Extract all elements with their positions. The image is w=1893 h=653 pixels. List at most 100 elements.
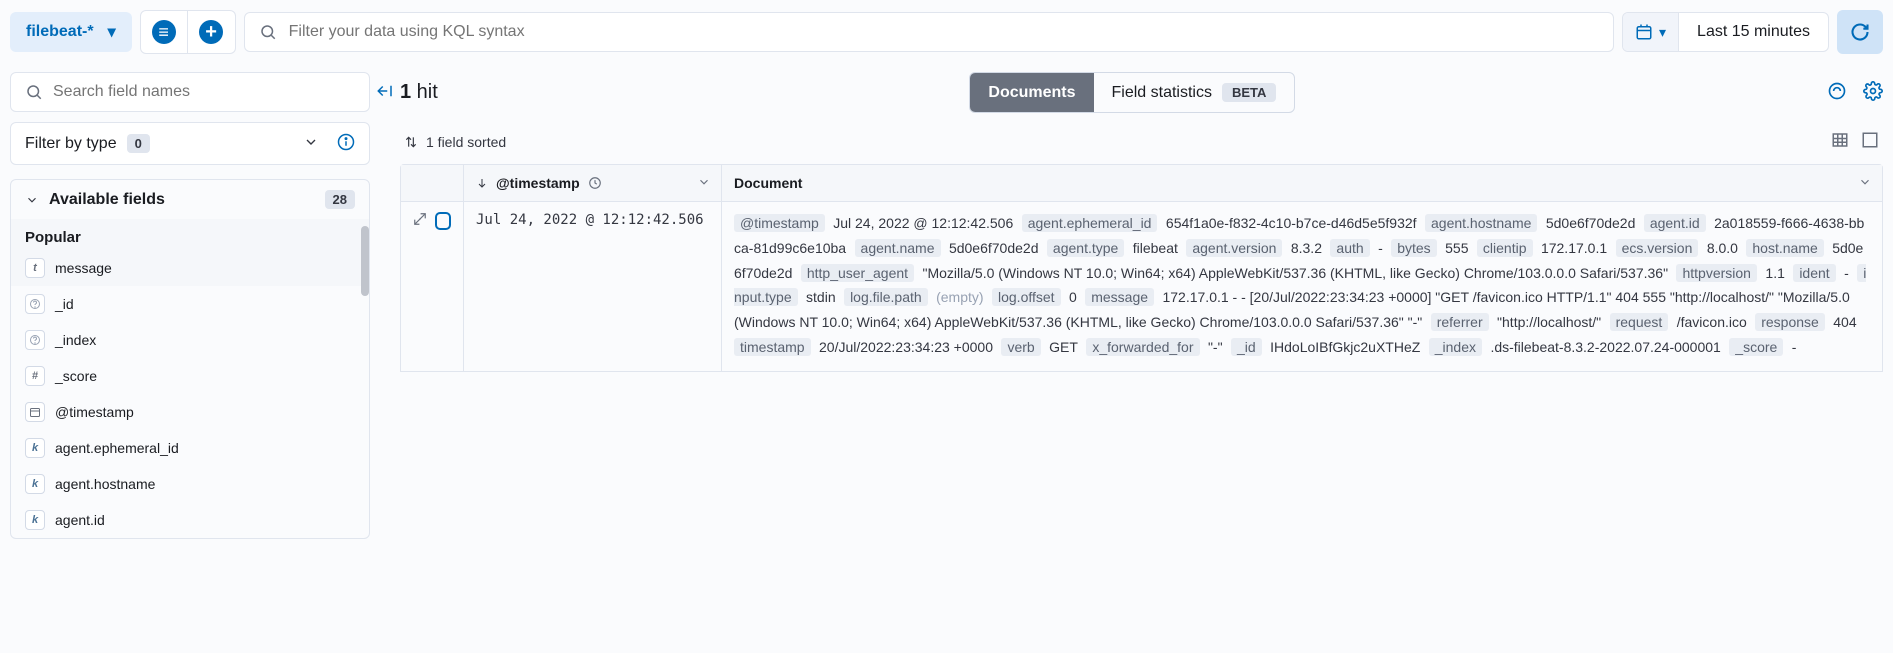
chevron-down-icon (1858, 175, 1872, 189)
doc-field-key: timestamp (734, 338, 811, 356)
popular-label: Popular (25, 229, 355, 246)
time-picker-toggle[interactable]: ▾ (1623, 13, 1679, 51)
doc-field-key: http_user_agent (801, 264, 914, 282)
doc-field-key: clientip (1477, 239, 1533, 257)
available-fields-toggle[interactable]: Available fields 28 (11, 180, 369, 219)
filter-type-expand[interactable] (303, 134, 319, 153)
fields-sidebar: Filter by type 0 Available fields 28 (0, 64, 380, 547)
field-item-message[interactable]: tmessage (25, 250, 355, 286)
index-pattern-selector[interactable]: filebeat-* ▾ (10, 12, 132, 52)
field-item--index[interactable]: _index (11, 322, 369, 358)
doc-field-key: _id (1231, 338, 1262, 356)
doc-field-key: agent.ephemeral_id (1022, 214, 1158, 232)
field-search[interactable] (10, 72, 370, 112)
doc-field-key: referrer (1431, 313, 1489, 331)
doc-field-val: 1.1 (1765, 265, 1784, 281)
chart-icon (1827, 81, 1847, 101)
column-menu-document[interactable] (1858, 175, 1872, 192)
field-name: agent.ephemeral_id (55, 440, 179, 456)
saved-query-button[interactable]: ≡ (140, 10, 188, 54)
doc-field-val: 5d0e6f70de2d (1546, 215, 1636, 231)
doc-field-key: log.offset (992, 288, 1061, 306)
doc-field-val: "-" (1208, 339, 1223, 355)
tab-field-statistics[interactable]: Field statistics BETA (1094, 73, 1295, 112)
settings-button[interactable] (1863, 81, 1883, 104)
header-timestamp[interactable]: @timestamp (463, 165, 721, 201)
header-controls (401, 165, 463, 201)
doc-field-key: ident (1793, 264, 1835, 282)
refresh-button[interactable] (1837, 10, 1883, 54)
doc-field-key: agent.hostname (1425, 214, 1537, 232)
field-name: _index (55, 332, 96, 348)
field-item-agent-ephemeral-id[interactable]: kagent.ephemeral_id (11, 430, 369, 466)
sort-label[interactable]: 1 field sorted (426, 134, 506, 150)
density-button[interactable] (1831, 131, 1849, 152)
field-type-icon: t (25, 258, 45, 278)
timestamp-label: @timestamp (496, 175, 580, 191)
field-item--id[interactable]: _id (11, 286, 369, 322)
doc-field-val: - (1792, 339, 1797, 355)
doc-field-key: log.file.path (844, 288, 928, 306)
header-document[interactable]: Document (721, 165, 1882, 201)
field-item--timestamp[interactable]: @timestamp (11, 394, 369, 430)
sidebar-scrollbar[interactable] (361, 226, 369, 538)
doc-field-key: _index (1429, 338, 1482, 356)
doc-field-val: - (1844, 265, 1849, 281)
row-timestamp: Jul 24, 2022 @ 12:12:42.506 (463, 202, 721, 371)
scroll-thumb[interactable] (361, 226, 369, 296)
column-menu-timestamp[interactable] (697, 175, 711, 192)
table-header: @timestamp Document (401, 165, 1882, 202)
query-bar[interactable] (244, 12, 1614, 52)
arrow-down-icon (476, 177, 488, 189)
query-input[interactable] (289, 23, 1599, 41)
available-fields-label: Available fields (49, 191, 315, 209)
search-icon (259, 23, 277, 41)
doc-field-key: agent.name (855, 239, 941, 257)
filter-count-badge: 0 (127, 134, 150, 153)
field-type-icon: k (25, 474, 45, 494)
chart-options-button[interactable] (1827, 81, 1847, 104)
collapse-sidebar-button[interactable] (376, 82, 394, 103)
doc-field-key: x_forwarded_for (1086, 338, 1199, 356)
plus-icon: + (199, 20, 223, 44)
field-type-icon: # (25, 366, 45, 386)
grid-icon (1831, 131, 1849, 149)
doc-field-val: "http://localhost/" (1497, 314, 1601, 330)
row-document: @timestamp Jul 24, 2022 @ 12:12:42.506 a… (721, 202, 1882, 371)
menu-icon: ≡ (152, 20, 176, 44)
doc-field-key: agent.id (1644, 214, 1706, 232)
results-panel: 1 hit Documents Field statistics BETA (380, 64, 1893, 547)
beta-badge: BETA (1222, 83, 1276, 102)
sort-row: 1 field sorted (400, 123, 1883, 164)
doc-field-val: 0 (1069, 289, 1077, 305)
fullscreen-button[interactable] (1861, 131, 1879, 152)
expand-icon (413, 212, 427, 226)
results-actions (1827, 81, 1883, 104)
field-item-agent-hostname[interactable]: k agent.hostname (11, 466, 369, 502)
table-row: Jul 24, 2022 @ 12:12:42.506 @timestamp J… (401, 202, 1882, 371)
doc-field-key: message (1085, 288, 1154, 306)
chevron-down-icon: ▾ (1659, 24, 1666, 41)
field-name: @timestamp (55, 404, 134, 420)
filter-type-info[interactable] (337, 133, 355, 154)
doc-field-val: 8.3.2 (1291, 240, 1322, 256)
expand-row-button[interactable] (413, 212, 427, 229)
doc-field-val: 20/Jul/2022:23:34:23 +0000 (819, 339, 993, 355)
doc-field-val: 172.17.0.1 (1541, 240, 1607, 256)
field-item-agent-id[interactable]: kagent.id (11, 502, 369, 538)
add-filter-button[interactable]: + (188, 10, 236, 54)
field-search-input[interactable] (53, 83, 355, 101)
doc-field-val: Jul 24, 2022 @ 12:12:42.506 (833, 215, 1013, 231)
calendar-icon (1635, 23, 1653, 41)
field-name: agent.hostname (55, 476, 155, 492)
row-checkbox[interactable] (435, 212, 451, 230)
field-item--score[interactable]: #_score (11, 358, 369, 394)
tab-documents[interactable]: Documents (970, 73, 1093, 112)
doc-field-key: verb (1001, 338, 1040, 356)
available-fields-section: Available fields 28 Popular tmessage _id… (10, 179, 370, 539)
time-range-label[interactable]: Last 15 minutes (1679, 13, 1828, 51)
doc-field-key: response (1755, 313, 1825, 331)
doc-field-val: /favicon.ico (1677, 314, 1747, 330)
doc-field-key: _score (1729, 338, 1783, 356)
collapse-icon (376, 82, 394, 100)
